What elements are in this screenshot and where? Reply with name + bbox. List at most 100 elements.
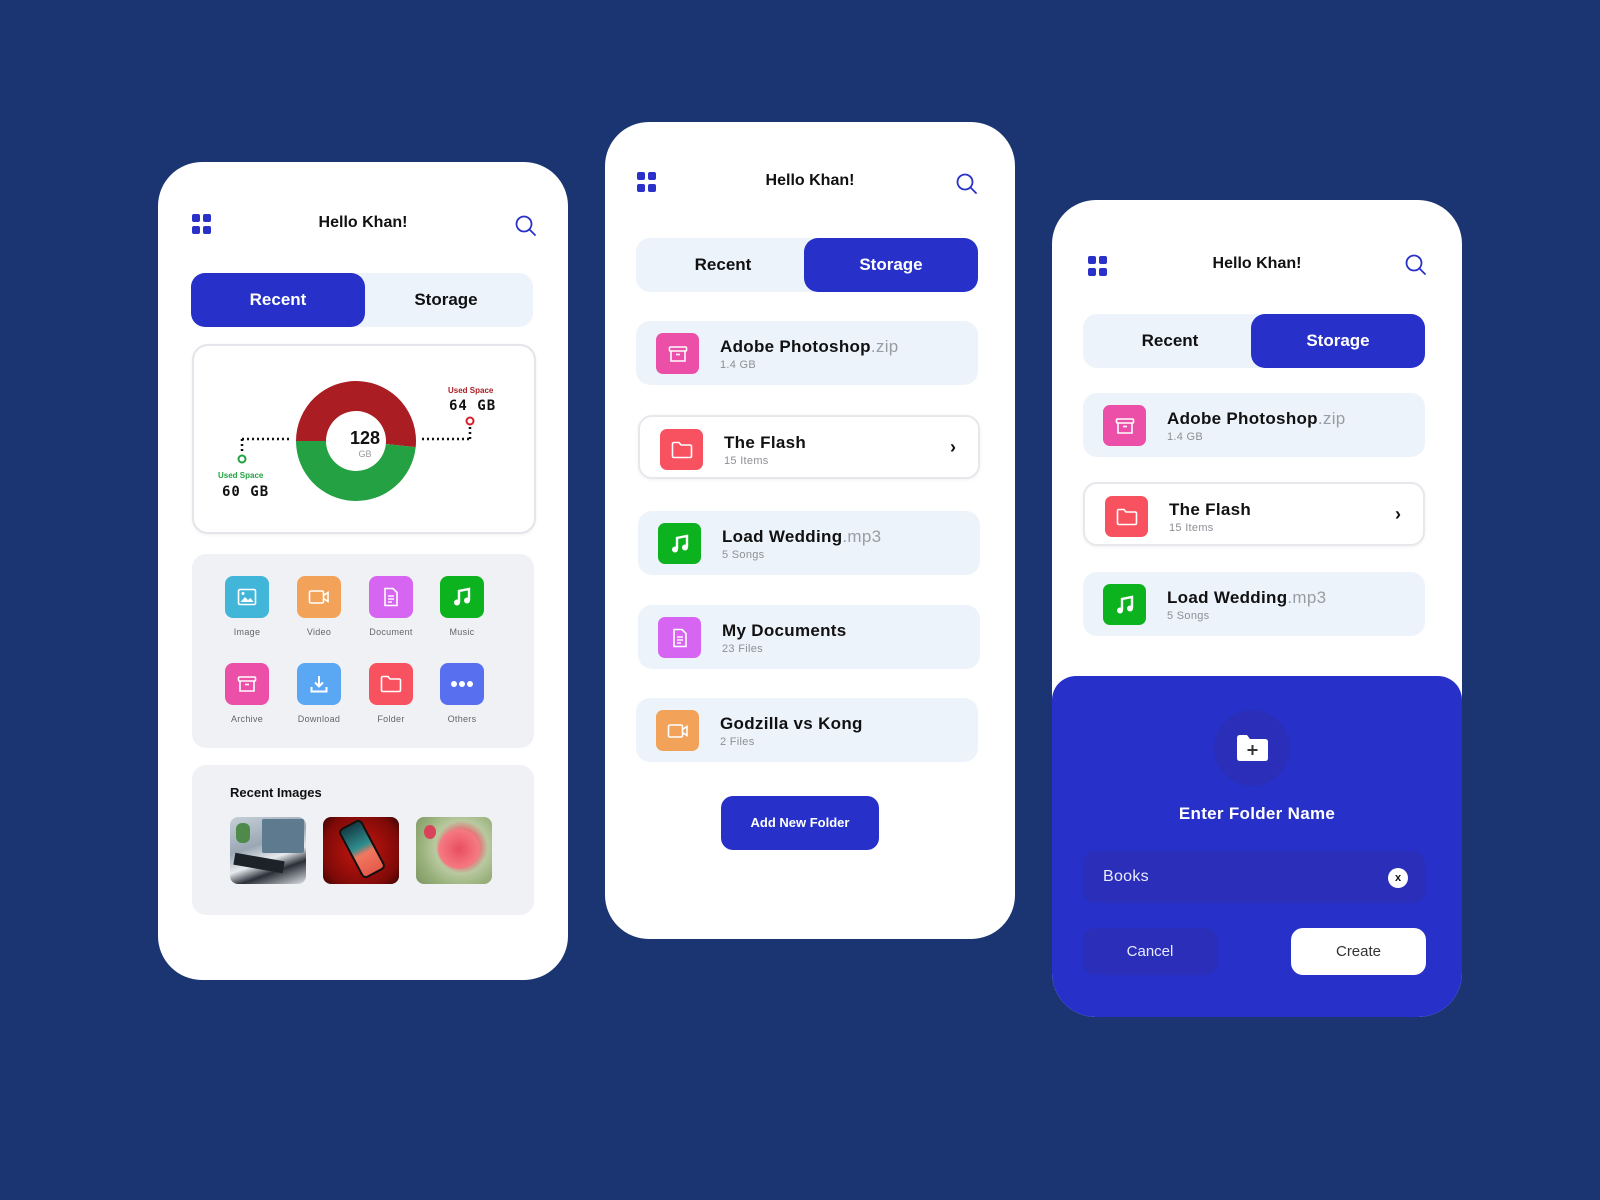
folder-plus-icon: [1237, 735, 1268, 761]
video-icon: [308, 589, 330, 605]
tab-storage[interactable]: Storage: [804, 238, 978, 292]
category-label: Others: [447, 714, 477, 724]
music-icon: [670, 534, 690, 554]
red-segment-value: 64 GB: [449, 398, 497, 414]
create-button[interactable]: Create: [1291, 928, 1426, 975]
file-row[interactable]: The Flash 15 Items ›: [638, 415, 980, 479]
file-type-tile: [658, 617, 701, 658]
storage-chart-card: 128 GB Used Space 64 GB Used Space 60 GB: [192, 344, 536, 534]
category-tile: [369, 576, 413, 618]
recent-image-thumbnail[interactable]: [323, 817, 399, 884]
search-icon[interactable]: [955, 172, 979, 196]
chevron-right-icon[interactable]: ›: [1395, 504, 1401, 525]
archive-icon: [1115, 417, 1135, 435]
file-meta: 2 Files: [720, 736, 755, 748]
chevron-right-icon[interactable]: ›: [950, 437, 956, 458]
green-segment-value: 60 GB: [222, 484, 270, 500]
cancel-button[interactable]: Cancel: [1083, 928, 1217, 975]
add-new-folder-button[interactable]: Add New Folder: [721, 796, 879, 850]
file-name-text: Adobe Photoshop: [720, 337, 871, 356]
category-label: Download: [297, 714, 341, 724]
phone-screen-new-folder: Hello Khan! Recent Storage Adobe Photosh…: [1052, 200, 1462, 1017]
tab-recent[interactable]: Recent: [191, 273, 365, 327]
file-name: Adobe Photoshop.zip: [720, 337, 899, 357]
category-tile: [369, 663, 413, 705]
file-row[interactable]: Godzilla vs Kong 2 Files: [636, 698, 978, 762]
folder-icon: [671, 441, 693, 459]
file-type-tile: [1105, 496, 1148, 537]
tab-storage[interactable]: Storage: [359, 273, 533, 327]
recent-images-panel: Recent Images: [192, 765, 534, 915]
tab-bar: Recent Storage: [191, 273, 533, 327]
total-storage-value: 128: [349, 428, 381, 448]
dialog-title: Enter Folder Name: [1178, 804, 1336, 823]
category-label: Archive: [230, 714, 264, 724]
category-panel: Image Video Document Music Archive Download Fo…: [192, 554, 534, 748]
app-header: Hello Khan!: [158, 212, 568, 242]
file-name-text: The Flash: [724, 433, 807, 452]
file-row[interactable]: Adobe Photoshop.zip 1.4 GB: [636, 321, 978, 385]
tab-storage[interactable]: Storage: [1251, 314, 1425, 368]
category-label: Video: [306, 627, 332, 637]
file-name-text: Load Wedding: [722, 527, 843, 546]
file-row[interactable]: The Flash 15 Items ›: [1083, 482, 1425, 546]
category-tile: [440, 663, 484, 705]
category-tile: [225, 576, 269, 618]
category-music[interactable]: Music: [427, 576, 497, 637]
donut-center-label: 128 GB: [340, 428, 390, 459]
green-segment-label: Used Space: [218, 471, 264, 480]
file-name-text: Godzilla vs Kong: [720, 714, 863, 733]
category-label: Folder: [377, 714, 405, 724]
file-extension: .mp3: [842, 527, 882, 546]
category-others[interactable]: Others: [427, 663, 497, 724]
file-meta: 1.4 GB: [1167, 431, 1204, 443]
category-folder[interactable]: Folder: [356, 663, 426, 724]
recent-image-thumbnail[interactable]: [416, 817, 492, 884]
file-type-tile: [656, 333, 699, 374]
file-type-tile: [656, 710, 699, 751]
app-header: Hello Khan!: [605, 170, 1015, 200]
app-header: Hello Khan!: [1052, 253, 1462, 283]
file-name: Godzilla vs Kong: [720, 714, 863, 734]
phone-screen-recent: Hello Khan! Recent Storage 128 GB Used S…: [158, 162, 568, 980]
green-marker-dot: [237, 454, 247, 464]
category-tile: [225, 663, 269, 705]
folder-add-icon-circle: [1214, 710, 1290, 786]
file-row[interactable]: Load Wedding.mp3 5 Songs: [638, 511, 980, 575]
folder-icon: [1116, 508, 1138, 526]
file-row[interactable]: My Documents 23 Files: [638, 605, 980, 669]
tab-bar: Recent Storage: [1083, 314, 1425, 368]
music-icon: [1115, 595, 1135, 615]
file-extension: .zip: [1317, 409, 1346, 428]
category-tile: [440, 576, 484, 618]
category-download[interactable]: Download: [284, 663, 354, 724]
category-document[interactable]: Document: [356, 576, 426, 637]
file-row[interactable]: Adobe Photoshop.zip 1.4 GB: [1083, 393, 1425, 457]
archive-icon: [668, 345, 688, 363]
video-icon: [667, 723, 689, 739]
search-icon[interactable]: [514, 214, 538, 238]
document-icon: [383, 587, 399, 607]
greeting-title: Hello Khan!: [1212, 255, 1302, 272]
file-type-tile: [658, 523, 701, 564]
file-meta: 15 Items: [1169, 522, 1214, 534]
file-row[interactable]: Load Wedding.mp3 5 Songs: [1083, 572, 1425, 636]
tab-recent[interactable]: Recent: [636, 238, 810, 292]
search-icon[interactable]: [1404, 253, 1428, 277]
document-icon: [672, 628, 688, 648]
phone-screen-storage: Hello Khan! Recent Storage Adobe Photosh…: [605, 122, 1015, 939]
file-meta: 23 Files: [722, 643, 763, 655]
recent-image-thumbnail[interactable]: [230, 817, 306, 884]
more-icon: [450, 680, 474, 688]
category-video[interactable]: Video: [284, 576, 354, 637]
music-icon: [452, 587, 472, 607]
folder-name-input[interactable]: [1083, 851, 1425, 903]
category-archive[interactable]: Archive: [212, 663, 282, 724]
red-segment-label: Used Space: [448, 386, 494, 395]
download-icon: [309, 674, 329, 694]
tab-recent[interactable]: Recent: [1083, 314, 1257, 368]
file-meta: 15 Items: [724, 455, 769, 467]
clear-input-button[interactable]: x: [1388, 868, 1408, 888]
file-name-text: My Documents: [722, 621, 847, 640]
category-image[interactable]: Image: [212, 576, 282, 637]
